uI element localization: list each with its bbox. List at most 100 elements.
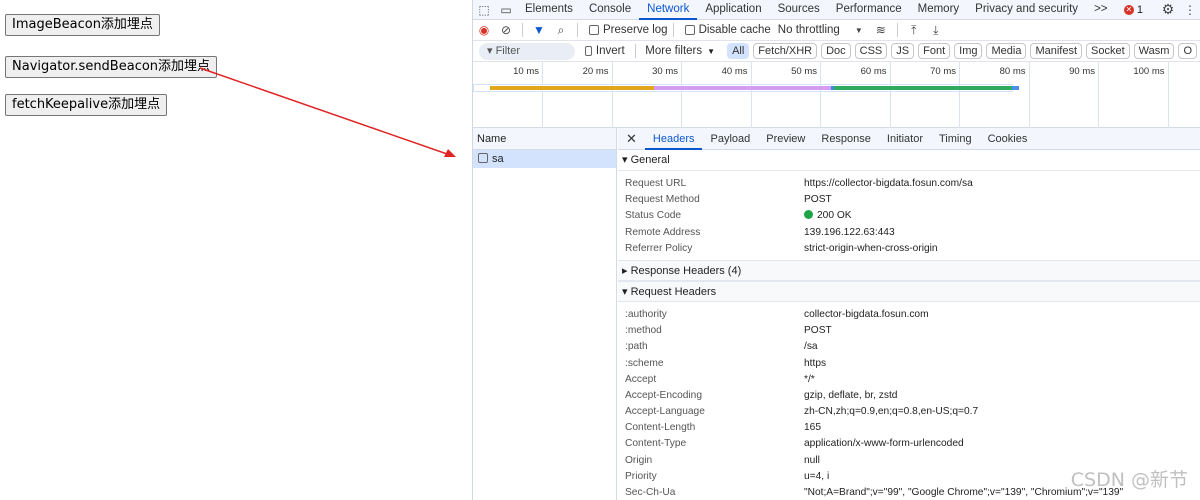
network-conditions-icon[interactable]: ≋ <box>870 23 892 37</box>
request-row[interactable]: sa <box>473 150 616 168</box>
header-value: POST <box>804 323 832 339</box>
header-name: :authority <box>625 308 667 320</box>
header-value-text: POST <box>804 325 832 337</box>
tab-performance[interactable]: Performance <box>828 0 910 20</box>
header-row: Accept */* <box>618 372 1200 388</box>
preserve-log-label: Preserve log <box>603 24 668 36</box>
header-value-text: https://collector-bigdata.fosun.com/sa <box>804 178 973 189</box>
timeline-tick-label: 20 ms <box>582 66 609 77</box>
header-name: Accept-Language <box>625 406 705 418</box>
tab-application[interactable]: Application <box>697 0 769 20</box>
filter-input[interactable]: ▾ Filter <box>479 42 576 60</box>
settings-gear-icon[interactable]: ⚙ <box>1157 1 1179 18</box>
filter-type-font[interactable]: Font <box>918 43 951 59</box>
invert-checkbox[interactable] <box>585 46 592 56</box>
clear-icon[interactable]: ⊘ <box>495 23 517 37</box>
header-row: Referrer Policy strict-origin-when-cross-… <box>618 241 1200 257</box>
disable-cache-checkbox[interactable] <box>684 25 695 35</box>
request-headers-section[interactable]: ▾ Request Headers <box>618 280 1200 302</box>
download-har-icon[interactable]: ⤓ <box>925 23 947 38</box>
chevron-down-icon[interactable]: ▼ <box>707 47 715 56</box>
detail-tab-headers[interactable]: Headers <box>644 128 703 150</box>
invert-label: Invert <box>595 45 625 57</box>
detail-tab-timing[interactable]: Timing <box>931 128 980 150</box>
record-stop-icon[interactable]: ◉ <box>473 23 495 37</box>
device-toolbar-icon[interactable]: ▭ <box>495 3 517 17</box>
error-icon[interactable]: ✕ <box>1123 4 1134 15</box>
error-count[interactable]: 1 <box>1137 4 1143 16</box>
header-name: Remote Address <box>625 226 701 238</box>
detail-tab-cookies[interactable]: Cookies <box>980 128 1036 150</box>
timeline-gridline <box>889 62 891 128</box>
filter-type-manifest[interactable]: Manifest <box>1030 43 1083 59</box>
preserve-log-checkbox[interactable] <box>589 25 599 35</box>
filter-type-css[interactable]: CSS <box>854 43 888 59</box>
detail-tab-response[interactable]: Response <box>813 128 879 150</box>
more-options-icon[interactable]: ⋮ <box>1179 3 1200 17</box>
search-icon[interactable]: ⌕ <box>550 23 572 38</box>
detail-tab-initiator[interactable]: Initiator <box>879 128 931 150</box>
header-name: Priority <box>625 470 657 482</box>
filter-row: ▾ Filter Invert More filters ▼ All Fetch/X… <box>473 41 1200 62</box>
disable-cache-label: Disable cache <box>698 24 771 36</box>
detail-tab-preview[interactable]: Preview <box>758 128 813 150</box>
image-beacon-button[interactable]: ImageBeacon添加埋点 <box>5 14 160 36</box>
general-section-header[interactable]: ▾ General <box>618 150 1200 171</box>
network-timeline[interactable]: 10 ms 20 ms 30 ms 40 ms 50 ms 60 ms 70 ms 80 ms… <box>473 62 1200 128</box>
timeline-gridline <box>681 62 682 128</box>
throttling-select[interactable]: No throttling <box>778 24 840 36</box>
header-row: Remote Address 139.196.122.63:443 <box>618 225 1200 241</box>
timeline-tick-label: 40 ms <box>721 66 748 77</box>
timeline-gridline <box>750 62 752 128</box>
inspect-element-icon[interactable]: ⬚ <box>473 3 495 17</box>
header-value: 200 OK <box>804 208 852 224</box>
tab-console[interactable]: Console <box>581 0 639 20</box>
header-value-text: 200 OK <box>817 210 852 222</box>
send-beacon-button[interactable]: Navigator.sendBeacon添加埋点 <box>5 56 218 78</box>
filter-type-o[interactable]: O <box>1178 43 1197 59</box>
chevron-down-icon[interactable]: ▼ <box>848 26 870 35</box>
header-value: gzip, deflate, br, zstd <box>804 388 897 404</box>
filter-icon[interactable]: ▼ <box>528 23 550 37</box>
tab-privacy-and-security[interactable]: Privacy and security <box>967 0 1086 20</box>
header-name: :method <box>625 325 662 337</box>
header-value-text: zh-CN,zh;q=0.9,en;q=0.8,en-US;q=0.7 <box>804 406 979 418</box>
header-name: Accept-Encoding <box>625 389 703 401</box>
tab-network[interactable]: Network <box>639 0 698 20</box>
file-icon <box>478 153 488 163</box>
header-value-text: gzip, deflate, br, zstd <box>804 389 898 401</box>
general-rows: Request URL https://collector-bigdata.fos… <box>618 171 1200 260</box>
name-column-header[interactable]: Name <box>473 128 616 150</box>
detail-tab-payload[interactable]: Payload <box>702 128 758 150</box>
tab-elements[interactable]: Elements <box>517 0 581 20</box>
upload-har-icon[interactable]: ⤒ <box>903 23 925 38</box>
timeline-tick-label: 60 ms <box>860 66 887 77</box>
watermark: CSDN @新节 <box>1070 469 1188 491</box>
filter-type-js[interactable]: JS <box>891 43 915 59</box>
timeline-tick-label: 100 ms <box>1133 66 1165 77</box>
filter-type-fetch-xhr[interactable]: Fetch/XHR <box>753 43 818 59</box>
fetch-keepalive-button[interactable]: fetchKeepalive添加埋点 <box>5 94 168 116</box>
filter-type-media[interactable]: Media <box>986 43 1027 59</box>
timeline-gridline <box>820 62 821 128</box>
close-icon[interactable]: ✕ <box>618 128 645 150</box>
request-details: ✕ Headers Payload Preview Response Initiator T… <box>618 128 1200 500</box>
header-value: POST <box>804 192 832 208</box>
filter-type-doc[interactable]: Doc <box>821 43 851 59</box>
tab-memory[interactable]: Memory <box>910 0 968 20</box>
header-row: :path/sa <box>618 339 1200 355</box>
header-row: :scheme https <box>618 356 1200 372</box>
filter-icon: ▾ <box>487 44 496 57</box>
more-filters-dropdown[interactable]: More filters <box>645 45 702 57</box>
header-row: Content-Type application/x-www-form-urlen… <box>618 436 1200 452</box>
filter-type-wasm[interactable]: Wasm <box>1133 43 1175 59</box>
filter-type-socket[interactable]: Socket <box>1086 43 1130 59</box>
more-tabs-button[interactable]: >> <box>1086 0 1115 20</box>
tab-sources[interactable]: Sources <box>770 0 828 20</box>
filter-type-all[interactable]: All <box>727 43 750 59</box>
timeline-gridline <box>542 62 543 128</box>
timeline-bar-segment <box>834 86 1012 90</box>
response-headers-section[interactable]: ▸ Response Headers (4) <box>618 259 1200 281</box>
filter-type-img[interactable]: Img <box>954 43 983 59</box>
header-value-text: /sa <box>804 341 818 353</box>
